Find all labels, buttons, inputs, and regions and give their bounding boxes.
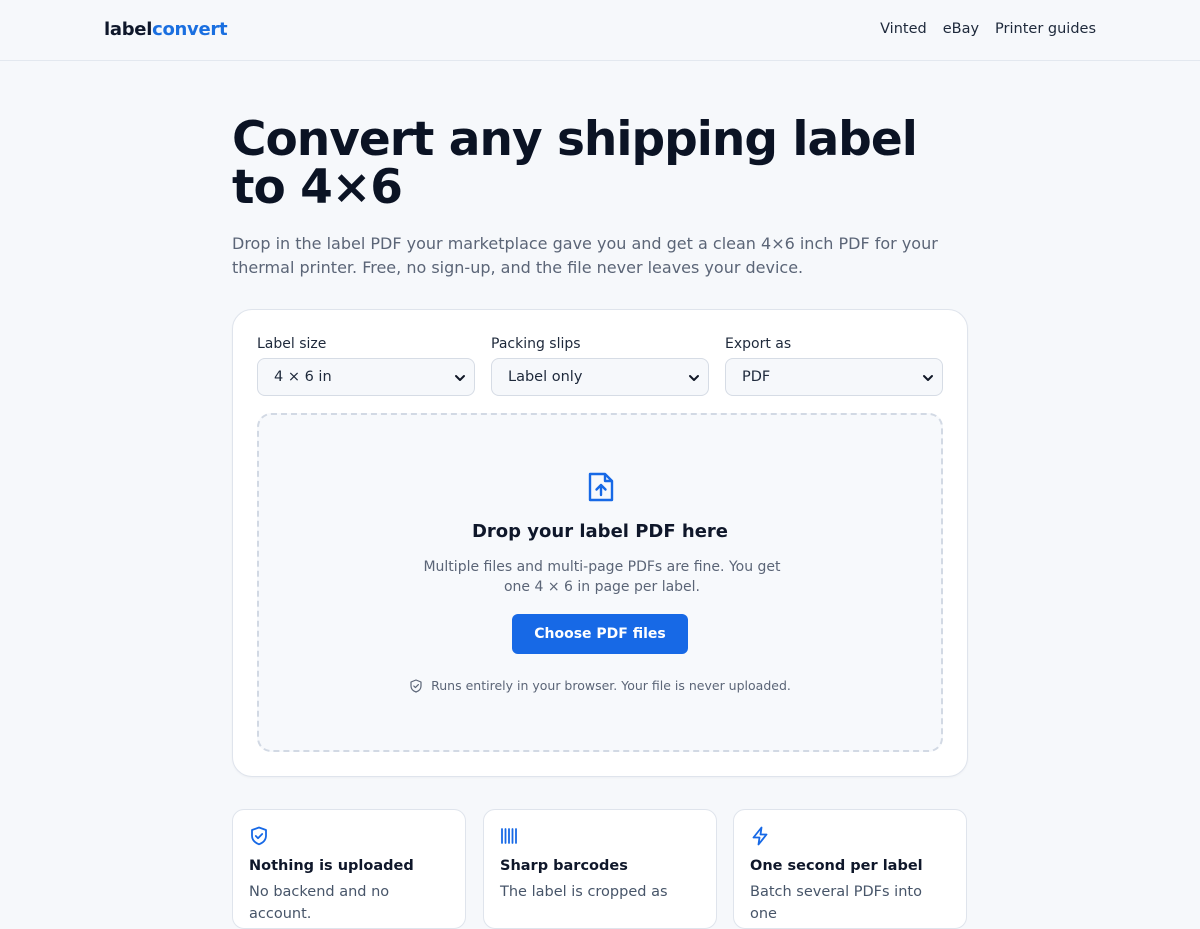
- export-as-label: Export as: [725, 336, 792, 352]
- top-nav-bar: labelconvert Vinted eBay Printer guides: [0, 0, 1200, 61]
- shield-check-icon: [251, 826, 267, 846]
- label-size-label: Label size: [257, 336, 327, 352]
- brand-logo-part1: label: [104, 19, 153, 40]
- feature-description: Batch several PDFs into one: [750, 884, 922, 922]
- nav-link-ebay[interactable]: eBay: [943, 21, 979, 37]
- label-size-select[interactable]: 4 × 6 in: [257, 358, 475, 396]
- converter-card: Label size 4 × 6 in Packing slips Label …: [232, 309, 968, 777]
- feature-card-sharp-barcodes: Sharp barcodes The label is cropped as: [483, 809, 717, 929]
- brand-logo-part2: convert: [152, 19, 228, 40]
- main-nav: Vinted eBay Printer guides: [880, 21, 1096, 37]
- barcode-icon: [501, 828, 517, 844]
- export-as-select[interactable]: PDF: [725, 358, 943, 396]
- label-size-field: Label size 4 × 6 in: [257, 336, 475, 396]
- feature-card-nothing-uploaded: Nothing is uploaded No backend and no ac…: [232, 809, 466, 929]
- nav-link-printer-guides[interactable]: Printer guides: [995, 21, 1096, 37]
- privacy-note-text: Runs entirely in your browser. Your file…: [431, 678, 791, 693]
- lightning-icon: [752, 826, 768, 846]
- feature-description: No backend and no account.: [249, 884, 390, 922]
- feature-title: One second per label: [750, 858, 923, 874]
- export-as-field: Export as PDF: [725, 336, 943, 396]
- dropzone-subtitle: Multiple files and multi-page PDFs are f…: [423, 559, 781, 595]
- feature-title: Sharp barcodes: [500, 858, 628, 874]
- chevron-down-icon: [923, 375, 933, 381]
- dropzone-title: Drop your label PDF here: [471, 521, 729, 542]
- packing-slips-label: Packing slips: [491, 336, 581, 352]
- brand-logo[interactable]: labelconvert: [104, 19, 228, 40]
- packing-slips-value: Label only: [508, 369, 583, 385]
- page-lede: Drop in the label PDF your marketplace g…: [232, 234, 938, 277]
- choose-pdf-files-button[interactable]: Choose PDF files: [512, 614, 688, 654]
- pdf-dropzone[interactable]: Drop your label PDF here Multiple files …: [257, 413, 943, 752]
- export-as-value: PDF: [742, 369, 771, 385]
- shield-check-icon: [410, 678, 422, 693]
- nav-link-vinted[interactable]: Vinted: [880, 21, 927, 37]
- page-title: Convert any shipping label to 4×6: [232, 112, 918, 215]
- hero-section: Convert any shipping label to 4×6 Drop i…: [232, 116, 968, 280]
- feature-title: Nothing is uploaded: [249, 858, 414, 874]
- packing-slips-select[interactable]: Label only: [491, 358, 709, 396]
- packing-slips-field: Packing slips Label only: [491, 336, 709, 396]
- privacy-note: Runs entirely in your browser. Your file…: [259, 678, 941, 693]
- feature-card-one-second: One second per label Batch several PDFs …: [733, 809, 967, 929]
- label-size-value: 4 × 6 in: [274, 369, 332, 385]
- chevron-down-icon: [455, 375, 465, 381]
- chevron-down-icon: [689, 375, 699, 381]
- file-upload-icon: [588, 472, 614, 502]
